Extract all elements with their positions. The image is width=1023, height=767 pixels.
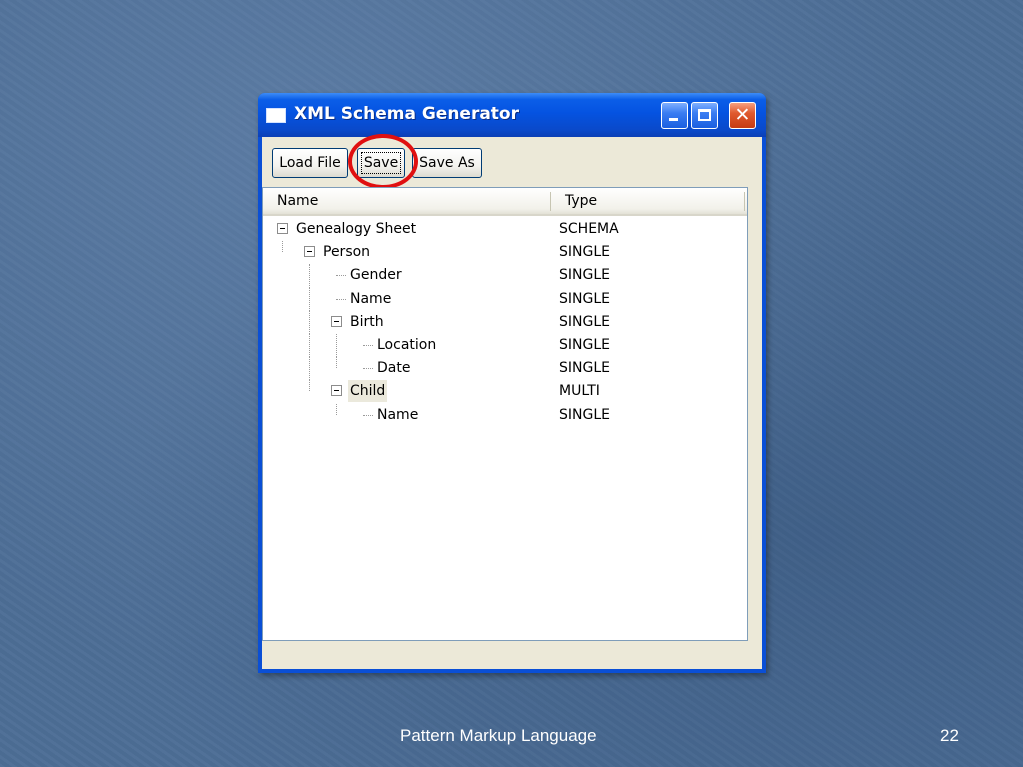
- column-header-type[interactable]: Type: [565, 188, 597, 214]
- tree-item-label[interactable]: Name: [375, 404, 420, 426]
- tree-row[interactable]: Location SINGLE: [263, 333, 747, 358]
- collapse-toggle-icon[interactable]: [331, 315, 342, 327]
- tree-item-type: SCHEMA: [559, 221, 619, 237]
- tree-item-type: SINGLE: [559, 336, 610, 353]
- column-divider[interactable]: [550, 192, 551, 211]
- tree-row[interactable]: Date SINGLE: [263, 357, 747, 381]
- tree-item-label[interactable]: Name: [348, 288, 393, 310]
- tree-connector-line: [336, 403, 337, 415]
- tree-item-type: MULTI: [559, 383, 600, 400]
- tree-connector-line: [363, 344, 373, 346]
- tree-item-label[interactable]: Location: [375, 334, 438, 356]
- tree-connector-line: [309, 357, 310, 381]
- window-app-icon: [266, 108, 286, 123]
- tree-rows: Genealogy Sheet SCHEMA Person SINGLE Gender S…: [263, 218, 747, 427]
- tree-connector-line: [336, 298, 346, 300]
- collapse-toggle-icon[interactable]: [331, 385, 342, 397]
- tree-connector-line: [309, 287, 310, 311]
- tree-connector-line: [309, 264, 310, 288]
- title-bar[interactable]: XML Schema Generator ✕: [258, 93, 766, 137]
- close-icon: ✕: [734, 104, 751, 126]
- tree-item-label[interactable]: Person: [321, 241, 372, 263]
- minimize-icon: [669, 118, 678, 121]
- tree-item-label[interactable]: Birth: [348, 311, 386, 333]
- tree-connector-line: [336, 357, 337, 369]
- tree-connector-line: [336, 275, 346, 277]
- tree-item-type: SINGLE: [559, 290, 610, 307]
- column-header-name[interactable]: Name: [277, 188, 318, 214]
- tree-row[interactable]: Person SINGLE: [263, 241, 747, 264]
- tree-row[interactable]: Birth SINGLE: [263, 310, 747, 334]
- tree-connector-line: [282, 241, 283, 253]
- window-client-area: Load File Save Save As Name Type Genealo…: [262, 134, 762, 669]
- load-file-button[interactable]: Load File: [272, 148, 348, 178]
- tree-item-label[interactable]: Genealogy Sheet: [294, 218, 418, 240]
- tree-connector-line: [309, 310, 310, 334]
- tree-connector-line: [309, 380, 310, 392]
- column-divider[interactable]: [744, 192, 745, 211]
- slide-page-number: 22: [940, 726, 959, 745]
- app-window: XML Schema Generator ✕ Load File Save Sa…: [258, 93, 766, 673]
- tree-item-label[interactable]: Child: [348, 380, 388, 403]
- tree-connector-line: [363, 368, 373, 370]
- window-title: XML Schema Generator: [294, 104, 519, 124]
- tree-row[interactable]: Gender SINGLE: [263, 264, 747, 288]
- tree-item-type: SINGLE: [559, 313, 610, 330]
- tree-row[interactable]: Name SINGLE: [263, 287, 747, 311]
- tree-item-type: SINGLE: [559, 360, 610, 377]
- collapse-toggle-icon[interactable]: [304, 246, 315, 258]
- tree-connector-line: [363, 414, 373, 416]
- status-bar: [262, 647, 762, 669]
- tree-item-label[interactable]: Gender: [348, 264, 404, 286]
- tree-connector-line: [309, 333, 310, 358]
- schema-tree-list[interactable]: Name Type Genealogy Sheet SCHEMA Person SIN…: [262, 187, 748, 641]
- tree-connector-line: [336, 333, 337, 358]
- tree-item-type: SINGLE: [559, 406, 610, 423]
- maximize-icon: [698, 109, 711, 121]
- tree-item-label[interactable]: Date: [375, 357, 412, 379]
- list-header: Name Type: [263, 188, 747, 216]
- tree-item-type: SINGLE: [559, 244, 610, 261]
- minimize-button[interactable]: [661, 102, 688, 129]
- slide-footer: Pattern Markup Language: [400, 726, 597, 745]
- tree-row[interactable]: Name SINGLE: [263, 403, 747, 427]
- tree-item-type: SINGLE: [559, 267, 610, 284]
- close-button[interactable]: ✕: [729, 102, 756, 129]
- highlight-ring-annotation: [348, 134, 418, 189]
- maximize-button[interactable]: [691, 102, 718, 129]
- tree-row[interactable]: Child MULTI: [263, 380, 747, 403]
- save-as-button[interactable]: Save As: [412, 148, 482, 178]
- collapse-toggle-icon[interactable]: [277, 223, 288, 234]
- tree-row[interactable]: Genealogy Sheet SCHEMA: [263, 218, 747, 241]
